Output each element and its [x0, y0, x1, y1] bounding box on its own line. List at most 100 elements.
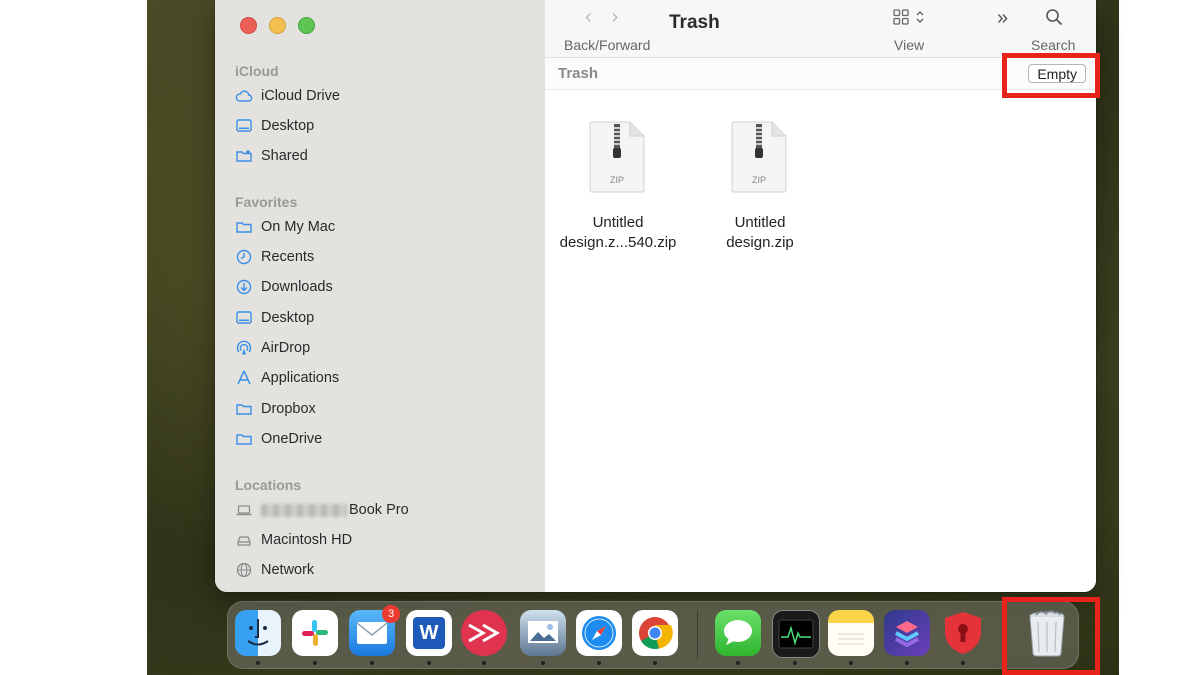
- close-button[interactable]: [240, 17, 257, 34]
- running-indicator: [849, 661, 853, 665]
- window-title: Trash: [669, 12, 720, 33]
- safari-dock-icon[interactable]: [576, 610, 622, 656]
- finder-dock-icon[interactable]: [235, 610, 281, 656]
- redacted-device-name: [261, 503, 347, 517]
- skitch-dock-icon[interactable]: [461, 610, 507, 656]
- dock: 3 W: [227, 601, 1079, 669]
- shortcuts-dock-icon[interactable]: [884, 610, 930, 656]
- back-forward-label: Back/Forward: [564, 37, 651, 53]
- sidebar-item-macbook[interactable]: Book Pro: [235, 498, 409, 522]
- laptop-icon: [235, 501, 253, 519]
- running-indicator: [256, 661, 260, 665]
- sidebar-item-label: Network: [261, 562, 315, 578]
- word-dock-icon[interactable]: W: [406, 610, 452, 656]
- word-logo-icon: W: [413, 617, 445, 649]
- search-icon[interactable]: [1045, 8, 1063, 31]
- messages-dock-icon[interactable]: [715, 610, 761, 656]
- running-indicator: [793, 661, 797, 665]
- sidebar-item-desktop[interactable]: Desktop: [235, 306, 314, 330]
- applications-icon: [235, 369, 253, 387]
- file-name-line1: Untitled: [734, 214, 786, 231]
- running-indicator: [541, 661, 545, 665]
- running-indicator: [482, 661, 486, 665]
- dock-separator: [697, 611, 698, 659]
- trash-dock-highlight: [1002, 597, 1100, 675]
- sidebar-item-label: Desktop: [261, 310, 315, 326]
- sidebar-item-recents[interactable]: Recents: [235, 245, 314, 269]
- sidebar-item-label: AirDrop: [261, 340, 311, 356]
- sidebar-item-label: On My Mac: [261, 219, 336, 235]
- minimize-button[interactable]: [269, 17, 286, 34]
- chrome-dock-icon[interactable]: [632, 610, 678, 656]
- file-item[interactable]: ZIP Untitled design.zip: [690, 120, 830, 253]
- file-name-line2: design.zip: [726, 234, 794, 251]
- search-label: Search: [1031, 37, 1076, 53]
- sidebar-item-on-my-mac[interactable]: On My Mac: [235, 215, 335, 239]
- forward-arrow-icon[interactable]: ›: [612, 6, 619, 29]
- file-name-line2: design.z...540.zip: [559, 234, 677, 251]
- globe-icon: [235, 561, 253, 579]
- view-button[interactable]: [893, 9, 925, 25]
- sidebar-item-label: Recents: [261, 249, 315, 265]
- running-indicator: [597, 661, 601, 665]
- sidebar-item-onedrive[interactable]: OneDrive: [235, 427, 322, 451]
- folder-icon: [235, 430, 253, 448]
- view-label: View: [894, 37, 925, 53]
- file-type-label: ZIP: [610, 175, 624, 185]
- sidebar-item-macintosh-hd[interactable]: Macintosh HD: [235, 528, 352, 552]
- sidebar-item-icloud-desktop[interactable]: Desktop: [235, 114, 314, 138]
- sidebar-item-label: Desktop: [261, 118, 315, 134]
- sidebar-item-shared[interactable]: Shared: [235, 144, 308, 168]
- sidebar-item-label: OneDrive: [261, 431, 323, 447]
- sidebar-item-applications[interactable]: Applications: [235, 366, 339, 390]
- shield-dock-icon[interactable]: [940, 610, 986, 656]
- folder-icon: [235, 218, 253, 236]
- sidebar-item-dropbox[interactable]: Dropbox: [235, 397, 316, 421]
- sidebar-item-icloud-drive[interactable]: iCloud Drive: [235, 84, 340, 108]
- preview-dock-icon[interactable]: [520, 610, 566, 656]
- zip-file-icon: ZIP: [731, 121, 787, 193]
- sidebar-item-downloads[interactable]: Downloads: [235, 275, 333, 299]
- grid-view-icon: [893, 9, 909, 25]
- sidebar-item-label: Shared: [261, 148, 308, 164]
- sidebar-item-airdrop[interactable]: AirDrop: [235, 336, 310, 360]
- folder-icon: [235, 400, 253, 418]
- back-forward-buttons: ‹ ›: [585, 6, 618, 29]
- activity-monitor-dock-icon[interactable]: [772, 610, 820, 658]
- back-arrow-icon[interactable]: ‹: [585, 6, 592, 29]
- sidebar-item-network[interactable]: Network: [235, 558, 314, 582]
- zoom-button[interactable]: [298, 17, 315, 34]
- sidebar-item-label: iCloud Drive: [261, 88, 340, 104]
- finder-window: iCloud iCloud Drive Desktop Shared Favor…: [215, 0, 1096, 592]
- file-type-label: ZIP: [752, 175, 766, 185]
- notes-dock-icon[interactable]: [828, 610, 874, 656]
- file-item[interactable]: ZIP Untitled design.z...540.zip: [548, 120, 688, 253]
- running-indicator: [370, 661, 374, 665]
- running-indicator: [427, 661, 431, 665]
- toolbar: ‹ › Back/Forward Trash View » Search: [545, 0, 1096, 58]
- window-controls: [240, 17, 315, 34]
- desktop-icon: [235, 117, 253, 135]
- desktop-icon: [235, 309, 253, 327]
- file-name: Untitled design.z...540.zip: [548, 213, 688, 253]
- download-icon: [235, 278, 253, 296]
- sidebar: iCloud iCloud Drive Desktop Shared Favor…: [215, 0, 546, 592]
- disk-icon: [235, 531, 253, 549]
- running-indicator: [961, 661, 965, 665]
- sidebar-item-label: Macintosh HD: [261, 532, 353, 548]
- slack-dock-icon[interactable]: [292, 610, 338, 656]
- sidebar-item-label: Book Pro: [349, 502, 409, 518]
- running-indicator: [736, 661, 740, 665]
- running-indicator: [313, 661, 317, 665]
- sidebar-item-label: Downloads: [261, 279, 333, 295]
- mail-badge: 3: [382, 605, 400, 623]
- running-indicator: [905, 661, 909, 665]
- clock-icon: [235, 248, 253, 266]
- running-indicator: [653, 661, 657, 665]
- empty-button-highlight: [1002, 53, 1100, 98]
- sidebar-item-label: Applications: [261, 370, 340, 386]
- mail-dock-icon[interactable]: 3: [349, 605, 400, 656]
- shared-folder-icon: [235, 147, 253, 165]
- section-header-icloud: iCloud: [235, 63, 279, 79]
- more-toolbar-icon[interactable]: »: [997, 7, 1008, 30]
